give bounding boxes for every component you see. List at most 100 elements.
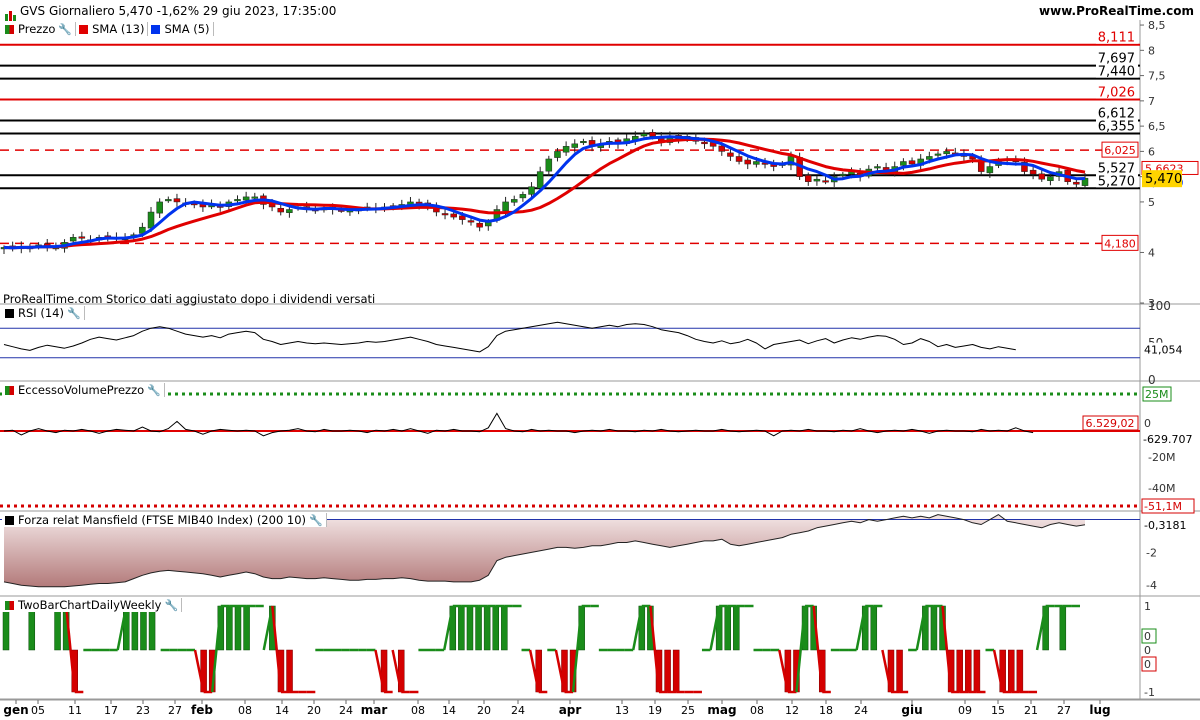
candle-body <box>147 211 155 229</box>
twobar-bar <box>148 605 156 651</box>
candle-body <box>900 161 907 166</box>
price-tick-label: 7 <box>1148 95 1155 108</box>
twobar-bar <box>483 605 491 651</box>
legend-price[interactable]: Prezzo 🔧 <box>2 22 77 36</box>
time-tick-label: 23 <box>136 704 150 717</box>
mansfield-legend: Forza relat Mansfield (FTSE MIB40 Index)… <box>2 513 327 527</box>
twobar-tick-label: 0 <box>1144 658 1151 671</box>
candle-body <box>908 160 916 165</box>
price-tick-label: 8 <box>1148 44 1155 57</box>
evp-upper-label: 25M <box>1145 388 1169 401</box>
candle-body <box>1073 181 1080 185</box>
chart-canvas: 8,587,576,565,55438,1117,6977,4407,0266,… <box>0 19 1200 717</box>
twobar-bar <box>896 649 903 693</box>
wrench-icon[interactable]: 🔧 <box>67 307 81 320</box>
time-tick-label: 08 <box>411 704 425 717</box>
time-tick-label: 11 <box>68 704 82 717</box>
time-tick-label: mar <box>361 703 388 717</box>
twobar-bar <box>672 649 680 693</box>
legend-sma13-label: SMA (13) <box>92 22 145 36</box>
twobar-bar <box>965 649 972 693</box>
candle-body <box>1029 169 1037 175</box>
time-tick-label: mag <box>707 703 736 717</box>
legend-rsi[interactable]: RSI (14) 🔧 <box>2 306 85 320</box>
twobar-bar <box>28 605 36 651</box>
price-tick-label: 5 <box>1148 196 1155 209</box>
prorealtime-logo-icon <box>5 7 16 21</box>
twobar-bar <box>492 605 499 651</box>
candle-body <box>926 156 933 160</box>
mansfield-title: Forza relat Mansfield (FTSE MIB40 Index)… <box>18 513 307 527</box>
legend-price-label: Prezzo <box>18 22 56 36</box>
candle-body <box>744 159 751 165</box>
twobar-bar <box>54 605 61 651</box>
candle-body <box>554 151 561 158</box>
price-tick-label: 6 <box>1148 145 1155 158</box>
twobar-bar <box>286 649 293 693</box>
legend-evp[interactable]: EccessoVolumePrezzo 🔧 <box>2 383 165 397</box>
twobar-bar <box>724 605 731 651</box>
price-legend: Prezzo 🔧 SMA (13) SMA (5) <box>2 22 214 36</box>
time-tick-label: 19 <box>648 704 662 717</box>
time-tick-label: apr <box>559 703 582 717</box>
twobar-bar <box>664 649 671 693</box>
evp-line <box>3 412 1034 437</box>
candle-body <box>251 196 259 199</box>
level-label: 6,025 <box>1104 144 1136 157</box>
legend-sma13-swatch <box>79 24 89 34</box>
time-tick-label: 25 <box>681 704 695 717</box>
time-tick-label: 24 <box>854 704 868 717</box>
candle-body <box>165 199 172 202</box>
candle-body <box>753 161 760 165</box>
time-tick-label: 27 <box>1057 704 1071 717</box>
time-tick-label: 13 <box>615 704 629 717</box>
candle-body <box>69 237 77 242</box>
candle-body <box>718 145 726 152</box>
candle-body <box>242 196 250 201</box>
candle-body <box>234 199 241 202</box>
twobar-tick-label: 0 <box>1144 644 1151 657</box>
wrench-icon[interactable]: 🔧 <box>147 384 161 397</box>
time-tick-label: 24 <box>511 704 525 717</box>
twobar-bar <box>1059 605 1067 651</box>
level-label: 5,270 <box>1098 174 1135 189</box>
wrench-icon[interactable]: 🔧 <box>58 23 72 36</box>
candle-body <box>277 208 284 213</box>
twobar-tick-label: -1 <box>1144 686 1155 699</box>
level-label: 4,180 <box>1104 237 1136 250</box>
twobar-bar <box>466 605 474 651</box>
candle-body <box>78 236 86 239</box>
legend-sma5[interactable]: SMA (5) <box>148 22 214 36</box>
time-tick-label: feb <box>191 703 213 717</box>
site-link[interactable]: www.ProRealTime.com <box>1039 4 1194 18</box>
level-label: 7,440 <box>1098 65 1135 80</box>
wrench-icon[interactable]: 🔧 <box>164 599 178 612</box>
evp-last-label: -629.707 <box>1143 433 1192 446</box>
time-tick-label: 05 <box>31 704 45 717</box>
candle-body <box>943 151 950 155</box>
candle-body <box>528 186 535 195</box>
time-tick-label: giu <box>901 703 922 717</box>
price-tick-label: 4 <box>1148 246 1155 259</box>
candle-body <box>649 131 656 137</box>
mansfield-swatch <box>5 515 14 525</box>
legend-mansfield[interactable]: Forza relat Mansfield (FTSE MIB40 Index)… <box>2 513 327 527</box>
twobar-bar <box>930 605 938 651</box>
rsi-tick-label: 100 <box>1148 299 1171 313</box>
level-label: 8,111 <box>1098 31 1135 46</box>
twobar-bar <box>501 605 508 651</box>
price-tick-label: 6,5 <box>1148 120 1166 133</box>
twobar-bar <box>1016 649 1024 693</box>
time-tick-label: 14 <box>275 704 289 717</box>
candle-body <box>519 194 527 199</box>
rsi-tick-label: 0 <box>1148 373 1156 387</box>
candle-body <box>571 143 579 148</box>
evp-lower-label: -51,1M <box>1144 500 1182 513</box>
twobar-bar <box>458 605 465 651</box>
candle-body <box>640 133 648 137</box>
time-tick-label: 09 <box>958 704 972 717</box>
wrench-icon[interactable]: 🔧 <box>309 514 323 527</box>
legend-twobar[interactable]: TwoBarChartDailyWeekly 🔧 <box>2 598 183 612</box>
candle-body <box>286 209 293 213</box>
legend-sma13[interactable]: SMA (13) <box>76 22 149 36</box>
